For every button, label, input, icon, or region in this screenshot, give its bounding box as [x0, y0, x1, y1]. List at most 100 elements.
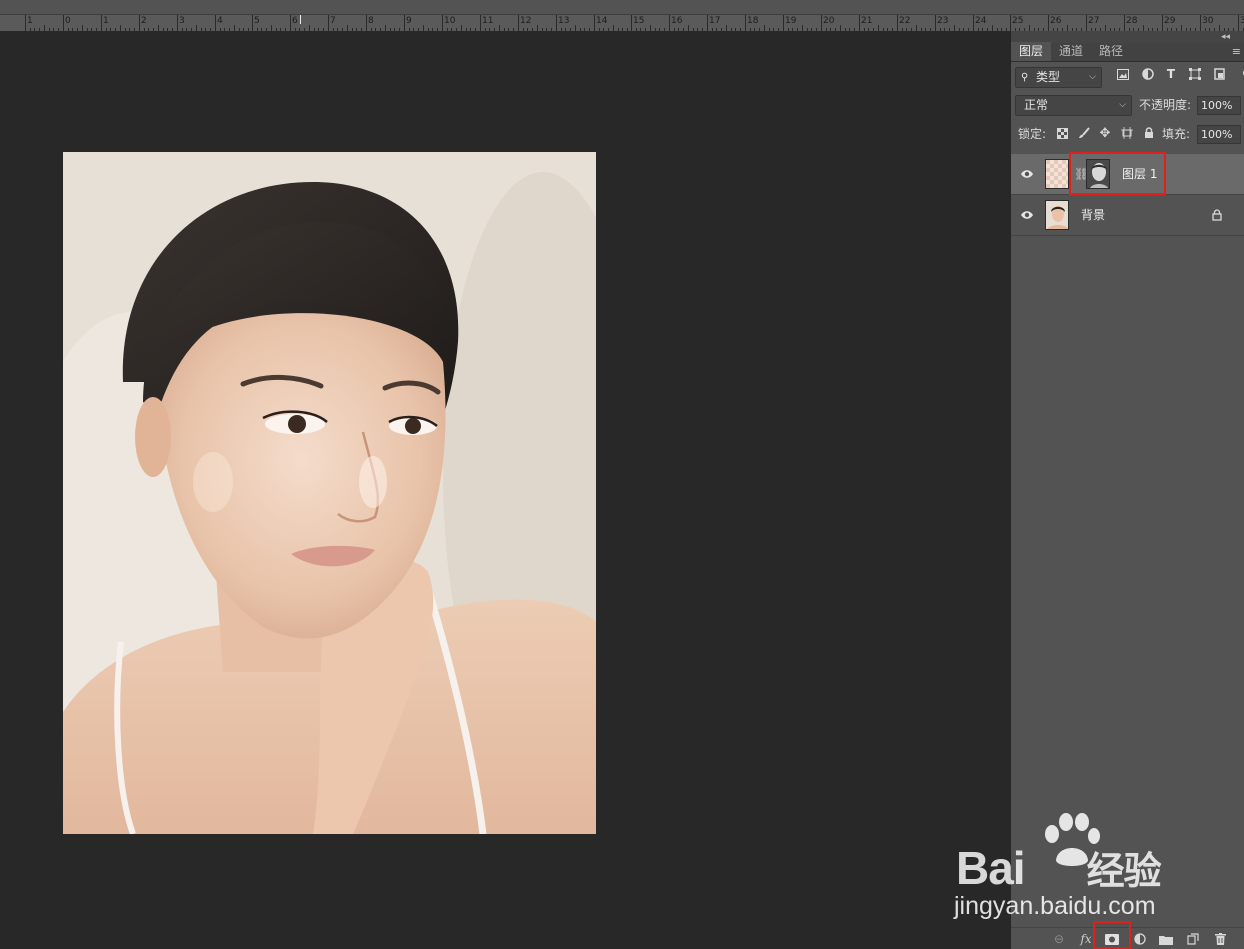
collapse-panel-icon[interactable]: ◂◂: [1221, 31, 1230, 43]
ruler-number: 3: [179, 16, 185, 26]
blend-mode-dropdown[interactable]: 正常 ⌵: [1015, 95, 1132, 116]
lock-artboard-icon[interactable]: [1120, 126, 1134, 140]
ruler-tick: [594, 15, 595, 31]
add-mask-highlight-box: [1093, 921, 1131, 949]
ruler-tick: [1200, 15, 1201, 31]
adjustment-filter-icon[interactable]: [1140, 66, 1156, 82]
ruler-tick: [328, 15, 329, 31]
link-layers-icon[interactable]: ⊖: [1051, 931, 1067, 947]
new-group-icon[interactable]: [1158, 931, 1174, 947]
lock-all-icon[interactable]: [1142, 126, 1156, 140]
ruler-number: 1: [27, 16, 33, 26]
ruler-tick: [556, 15, 557, 31]
panel-menu-icon[interactable]: ≡: [1232, 45, 1241, 58]
opacity-field[interactable]: 100%: [1197, 96, 1241, 115]
ruler-tick: [404, 15, 405, 31]
document-canvas[interactable]: [0, 31, 1010, 949]
ruler-number: 20: [823, 16, 835, 26]
tab-layers[interactable]: 图层: [1011, 42, 1052, 61]
layer-row-layer1[interactable]: ⛓ 图层 1: [1011, 152, 1244, 195]
ruler-number: 21: [861, 16, 873, 26]
ruler-number: 0: [65, 16, 71, 26]
ruler-tick: [1124, 15, 1125, 31]
fill-value: 100%: [1201, 128, 1233, 141]
ruler-number: 27: [1088, 16, 1100, 26]
smart-object-filter-icon[interactable]: [1212, 66, 1228, 82]
ruler-tick: [101, 15, 102, 31]
panel-bottom-bar: ⊖ fx: [1011, 921, 1244, 949]
layers-list: ⛓ 图层 1 背景: [1011, 152, 1244, 236]
eye-icon[interactable]: [1020, 167, 1034, 181]
adjustment-layer-icon[interactable]: [1132, 931, 1148, 947]
lock-image-pixels-icon[interactable]: [1077, 126, 1091, 140]
ruler-tick: [139, 15, 140, 31]
filter-type-label: 类型: [1036, 70, 1061, 84]
new-layer-icon[interactable]: [1185, 931, 1201, 947]
ruler-tick: [25, 15, 26, 31]
ruler-ticks: 1 0 1 2 3 4 5 6 7 8 9 10 11 12 13 14 15 16 17 18 19 20 21 22 23 2…: [0, 0, 1244, 31]
ruler-number: 12: [520, 16, 532, 26]
ruler-number: 17: [709, 16, 721, 26]
layer-row-background[interactable]: 背景: [1011, 195, 1244, 236]
lock-label: 锁定:: [1018, 127, 1047, 141]
ruler-number: 6: [292, 16, 298, 26]
image-filter-icon[interactable]: [1115, 66, 1131, 82]
ruler-tick: [897, 15, 898, 31]
portrait-image: [63, 152, 596, 834]
ruler-tick: [1086, 15, 1087, 31]
opacity-label: 不透明度:: [1139, 98, 1192, 112]
mask-highlight-box: [1069, 152, 1166, 195]
lock-icon[interactable]: [1212, 209, 1222, 221]
ruler-number: 18: [747, 16, 759, 26]
ruler-number: 28: [1126, 16, 1138, 26]
delete-layer-icon[interactable]: [1212, 931, 1228, 947]
ruler-tick: [480, 15, 481, 31]
panel-tabs: 图层 通道 路径 ≡: [1011, 42, 1244, 62]
layer-thumbnail[interactable]: [1045, 200, 1069, 230]
layer-name[interactable]: 背景: [1081, 195, 1105, 236]
ruler-number: 4: [217, 16, 223, 26]
ruler-tick: [63, 15, 64, 31]
shape-filter-icon[interactable]: [1187, 66, 1203, 82]
tab-channels[interactable]: 通道: [1051, 42, 1091, 61]
opacity-value: 100%: [1201, 99, 1233, 112]
ruler-tick: [935, 15, 936, 31]
fill-label: 填充:: [1162, 127, 1191, 141]
ruler-tick: [973, 15, 974, 31]
lock-row: 锁定: ✥ 填充: 100%: [1011, 121, 1244, 151]
tab-paths[interactable]: 路径: [1091, 42, 1131, 61]
ruler-tick: [366, 15, 367, 31]
lock-position-icon[interactable]: ✥: [1098, 126, 1112, 141]
ruler-number: 30: [1202, 16, 1214, 26]
lock-transparent-pixels-icon[interactable]: [1055, 126, 1069, 140]
eye-icon[interactable]: [1020, 208, 1034, 222]
ruler-tick: [1238, 15, 1239, 31]
ruler-number: 10: [444, 16, 456, 26]
horizontal-ruler[interactable]: 1 0 1 2 3 4 5 6 7 8 9 10 11 12 13 14 15 16 17 18 19 20 21 22 23 2…: [0, 0, 1244, 31]
type-filter-icon[interactable]: T: [1163, 66, 1179, 82]
ruler-tick: [1162, 15, 1163, 31]
filter-toggle-icon[interactable]: [1237, 66, 1244, 82]
ruler-number: 15: [633, 16, 645, 26]
ruler-number: 25: [1012, 16, 1024, 26]
ruler-tick: [707, 15, 708, 31]
ruler-tick: [821, 15, 822, 31]
ruler-number: 29: [1164, 16, 1176, 26]
layer-thumbnail[interactable]: [1045, 159, 1069, 189]
ruler-number: 19: [785, 16, 797, 26]
ruler-tick: [177, 15, 178, 31]
ruler-cursor-marker: [300, 15, 301, 24]
fill-field[interactable]: 100%: [1197, 125, 1241, 144]
ruler-tick: [290, 15, 291, 31]
ruler-tick: [518, 15, 519, 31]
filter-type-dropdown[interactable]: ⚲ 类型 ⌵: [1015, 67, 1102, 88]
ruler-number: 13: [558, 16, 570, 26]
ruler-tick: [783, 15, 784, 31]
ruler-number: 5: [254, 16, 260, 26]
fx-icon[interactable]: fx: [1078, 931, 1094, 947]
portrait-photo[interactable]: [63, 152, 596, 834]
ruler-number: 24: [975, 16, 987, 26]
ruler-number: 31: [1240, 16, 1244, 26]
ruler-number: 14: [596, 16, 608, 26]
ruler-number: 7: [330, 16, 336, 26]
